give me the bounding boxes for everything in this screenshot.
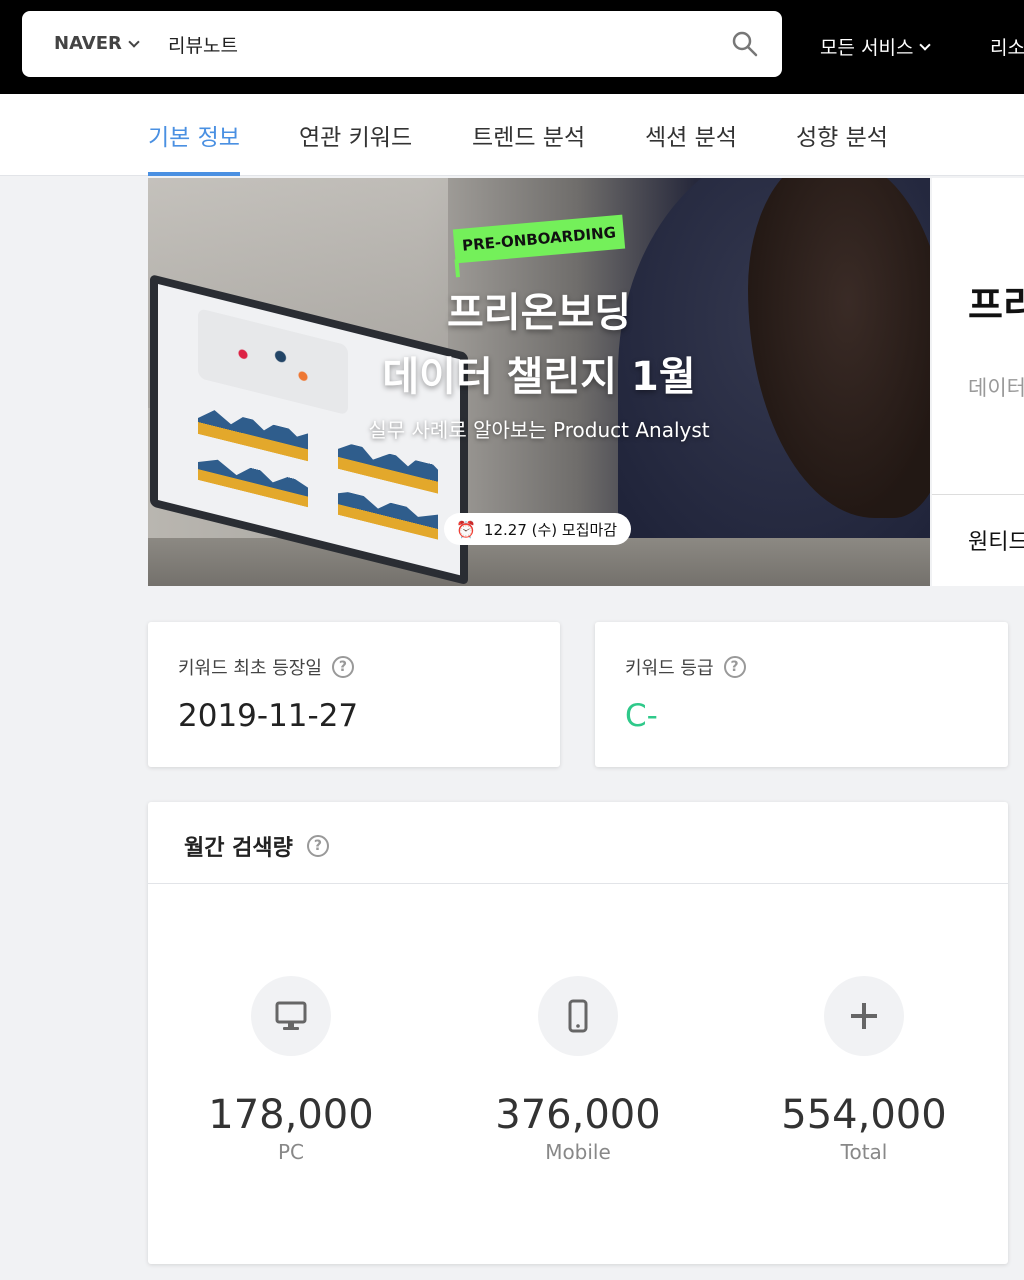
top-bar: NAVER 모든 서비스 리소 [0,0,1024,94]
help-icon[interactable]: ? [723,656,746,678]
monthly-search-card: 월간 검색량 ? 178,000 PC 376,000 Mobile 554,0… [148,802,1008,1264]
banner-title-line1: 프리온보딩 [447,290,631,336]
tab-basic-info[interactable]: 기본 정보 [148,118,240,152]
divider [932,494,1024,495]
stat-total: 554,000 Total [754,976,974,1164]
resource-menu[interactable]: 리소 [990,33,1024,60]
plus-icon [824,976,904,1056]
help-icon[interactable]: ? [331,656,354,678]
keyword-grade-value: C- [625,698,658,734]
search-input[interactable] [168,29,708,59]
side-panel-desc: 데이터 [968,376,1024,400]
stat-value: 376,000 [495,1092,661,1138]
mobile-icon [538,976,618,1056]
banner-tag: PRE-ONBOARDING [452,214,626,264]
stat-mobile: 376,000 Mobile [468,976,688,1164]
search-box: NAVER [22,11,782,77]
engine-label: NAVER [54,33,122,54]
stat-pc: 178,000 PC [181,976,401,1164]
all-services-menu[interactable]: 모든 서비스 [820,33,932,60]
banner-side-panel[interactable]: 프리 데이터 원티드 [932,178,1024,586]
search-icon[interactable] [730,29,760,59]
tab-tendency-analysis[interactable]: 성향 분석 [796,118,888,152]
keyword-grade-card: 키워드 등급 ? C- [595,622,1008,767]
tab-trend-analysis[interactable]: 트렌드 분석 [472,118,585,152]
banner-subtitle: 실무 사례로 알아보는 Product Analyst [368,418,710,442]
stat-value: 178,000 [208,1092,374,1138]
keyword-grade-label: 키워드 등급 [625,658,714,679]
engine-selector[interactable]: NAVER [54,33,140,54]
chevron-down-icon [919,38,932,51]
deadline-text: 12.27 (수) 모집마감 [483,520,618,539]
banner-deadline-badge: ⏰ 12.27 (수) 모집마감 [444,513,632,545]
side-panel-title: 프리 [968,283,1024,327]
stat-label: Mobile [545,1140,611,1164]
side-panel-footer: 원티드 [968,530,1024,555]
all-services-label: 모든 서비스 [820,37,914,59]
alarm-clock-icon: ⏰ [456,519,476,539]
tab-related-keywords[interactable]: 연관 키워드 [299,118,412,152]
active-tab-indicator [148,172,240,176]
monthly-search-title: 월간 검색량 [184,836,293,861]
help-icon[interactable]: ? [306,835,329,857]
promo-banner[interactable]: PRE-ONBOARDING 프리온보딩 데이터 챌린지 1월 실무 사례로 알… [148,178,930,586]
stat-label: PC [277,1140,305,1164]
first-seen-label: 키워드 최초 등장일 [178,658,322,679]
stat-label: Total [840,1140,888,1164]
chevron-down-icon [128,35,140,48]
tab-bar: 기본 정보 연관 키워드 트렌드 분석 섹션 분석 성향 분석 [0,94,1024,176]
banner-title-line2: 데이터 챌린지 1월 [382,354,696,400]
tab-section-analysis[interactable]: 섹션 분석 [645,118,737,152]
first-seen-card: 키워드 최초 등장일 ? 2019-11-27 [148,622,560,767]
desktop-icon [251,976,331,1056]
first-seen-value: 2019-11-27 [178,698,359,734]
stat-value: 554,000 [781,1092,947,1138]
